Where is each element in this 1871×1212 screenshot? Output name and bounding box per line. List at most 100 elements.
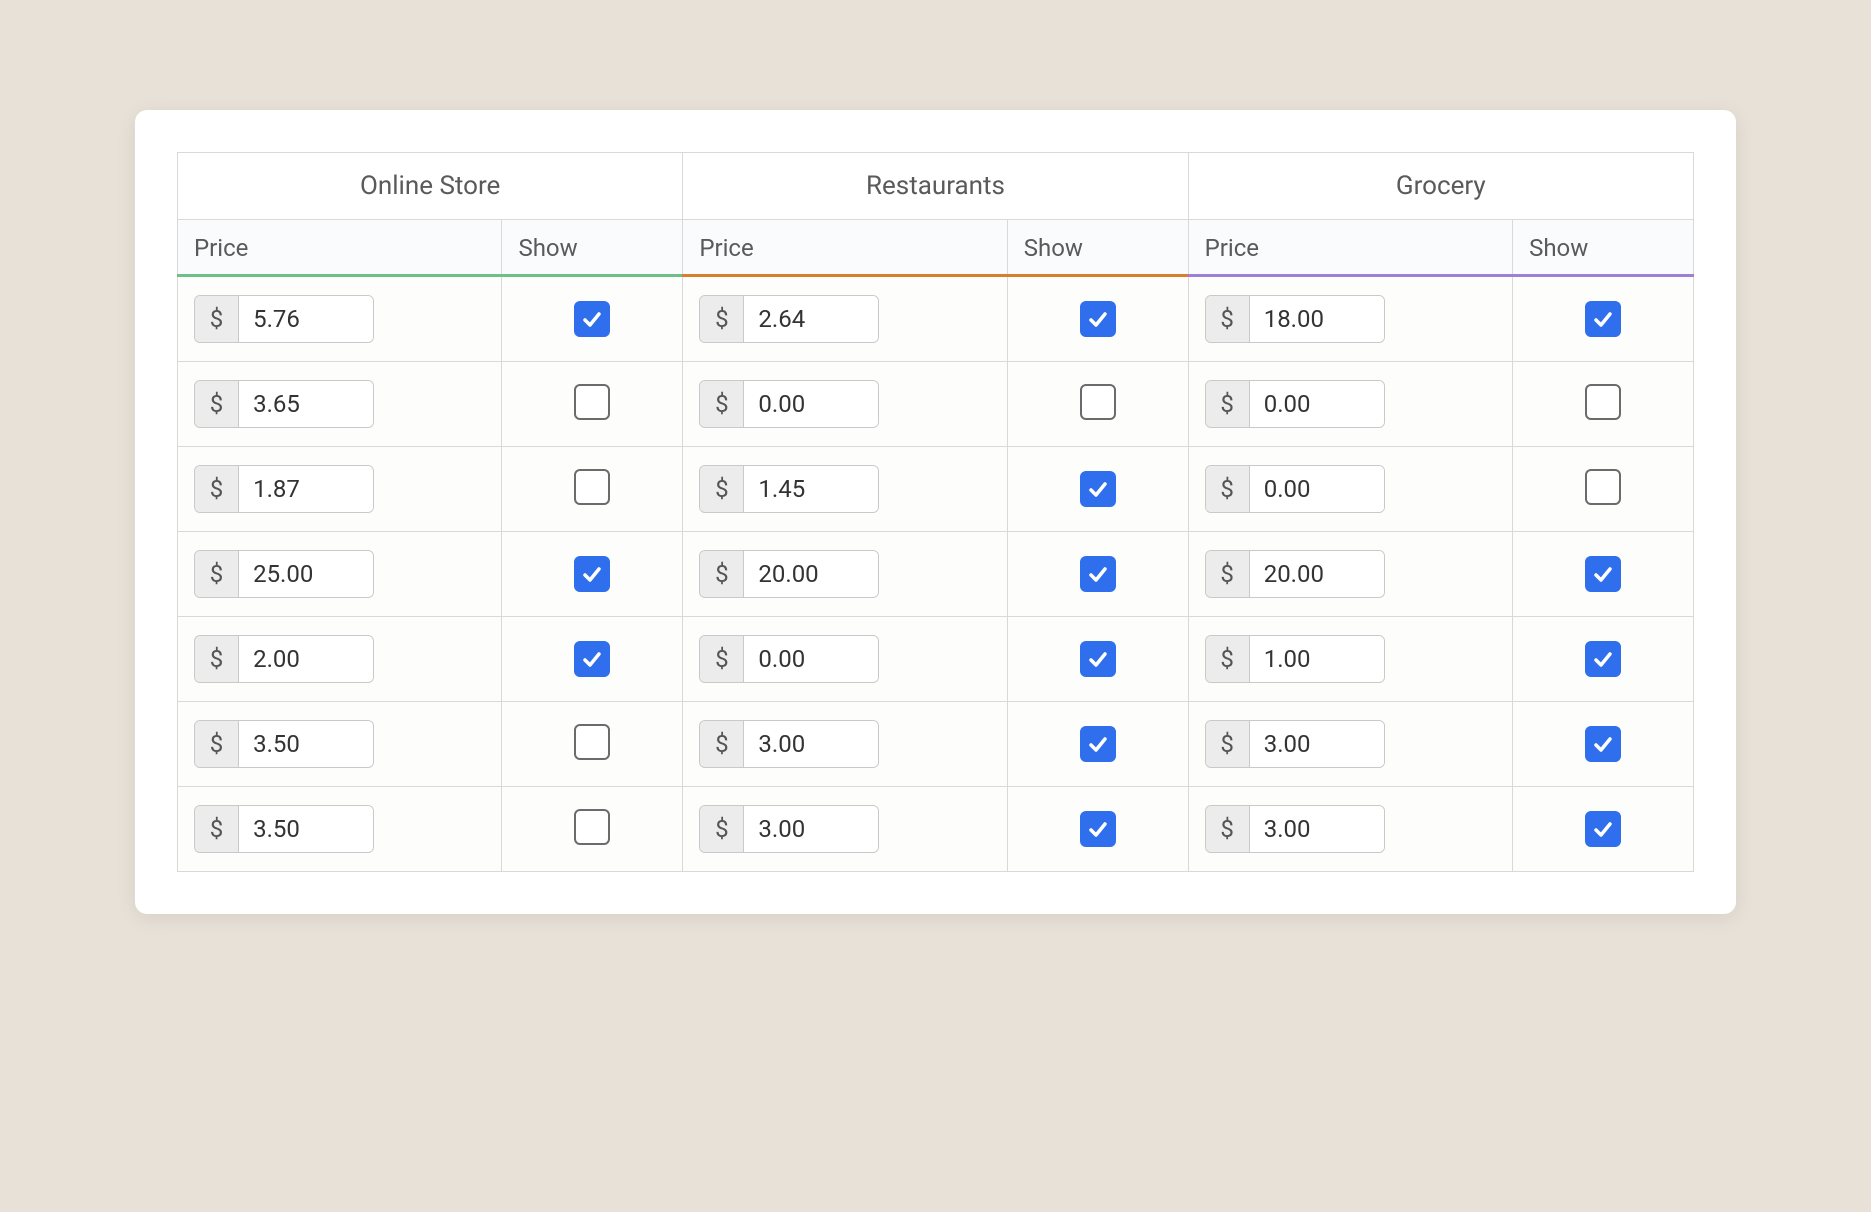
show-cell <box>502 617 683 702</box>
price-input[interactable] <box>239 381 373 427</box>
currency-prefix: $ <box>1206 551 1250 597</box>
pricing-table-body: $$$$$$$$$$$$$$$$$$$$$ <box>178 277 1694 872</box>
price-input[interactable] <box>239 466 373 512</box>
check-icon <box>1591 647 1615 671</box>
price-input-wrapper: $ <box>699 720 879 768</box>
currency-prefix: $ <box>700 806 744 852</box>
show-checkbox[interactable] <box>1585 384 1621 420</box>
show-checkbox[interactable] <box>1585 301 1621 337</box>
price-cell: $ <box>683 532 1007 617</box>
show-cell <box>1007 362 1188 447</box>
price-input[interactable] <box>1250 721 1384 767</box>
currency-prefix: $ <box>1206 636 1250 682</box>
currency-prefix: $ <box>700 381 744 427</box>
show-checkbox[interactable] <box>1080 811 1116 847</box>
show-checkbox[interactable] <box>1585 641 1621 677</box>
price-input[interactable] <box>744 296 878 342</box>
price-input[interactable] <box>1250 551 1384 597</box>
price-input-wrapper: $ <box>1205 465 1385 513</box>
show-checkbox[interactable] <box>574 641 610 677</box>
price-input-wrapper: $ <box>699 550 879 598</box>
table-row: $$$ <box>178 702 1694 787</box>
pricing-card: Online Store Restaurants Grocery Price S… <box>135 110 1736 914</box>
currency-prefix: $ <box>700 296 744 342</box>
show-checkbox[interactable] <box>1080 384 1116 420</box>
price-input-wrapper: $ <box>1205 295 1385 343</box>
show-cell <box>1007 702 1188 787</box>
show-checkbox[interactable] <box>574 724 610 760</box>
show-cell <box>1007 447 1188 532</box>
price-input[interactable] <box>239 636 373 682</box>
check-icon <box>1086 562 1110 586</box>
price-input-wrapper: $ <box>194 550 374 598</box>
price-cell: $ <box>683 617 1007 702</box>
show-cell <box>1513 447 1694 532</box>
show-checkbox[interactable] <box>574 469 610 505</box>
price-input[interactable] <box>744 381 878 427</box>
show-checkbox[interactable] <box>1080 641 1116 677</box>
check-icon <box>1591 562 1615 586</box>
show-cell <box>1007 787 1188 872</box>
currency-prefix: $ <box>195 296 239 342</box>
price-cell: $ <box>1188 532 1512 617</box>
price-input[interactable] <box>239 551 373 597</box>
show-checkbox[interactable] <box>574 809 610 845</box>
price-input[interactable] <box>239 806 373 852</box>
show-checkbox[interactable] <box>1080 301 1116 337</box>
check-icon <box>580 307 604 331</box>
price-input[interactable] <box>1250 806 1384 852</box>
check-icon <box>1591 732 1615 756</box>
table-row: $ $ $ <box>178 277 1694 362</box>
price-cell: $ <box>683 702 1007 787</box>
table-row: $ $ $ <box>178 617 1694 702</box>
show-cell <box>1007 617 1188 702</box>
currency-prefix: $ <box>195 721 239 767</box>
price-cell: $ <box>683 362 1007 447</box>
show-checkbox[interactable] <box>1585 726 1621 762</box>
show-checkbox[interactable] <box>1080 556 1116 592</box>
show-checkbox[interactable] <box>1585 556 1621 592</box>
price-input-wrapper: $ <box>194 635 374 683</box>
check-icon <box>1086 307 1110 331</box>
show-cell <box>502 447 683 532</box>
show-cell <box>1513 277 1694 362</box>
price-input[interactable] <box>1250 381 1384 427</box>
subheader-show: Show <box>1007 220 1188 277</box>
currency-prefix: $ <box>1206 296 1250 342</box>
currency-prefix: $ <box>195 466 239 512</box>
show-checkbox[interactable] <box>1585 469 1621 505</box>
show-checkbox[interactable] <box>574 301 610 337</box>
show-cell <box>502 277 683 362</box>
show-checkbox[interactable] <box>574 556 610 592</box>
price-input[interactable] <box>1250 466 1384 512</box>
show-checkbox[interactable] <box>1080 726 1116 762</box>
price-cell: $ <box>1188 362 1512 447</box>
currency-prefix: $ <box>1206 466 1250 512</box>
show-cell <box>502 532 683 617</box>
check-icon <box>580 647 604 671</box>
price-input[interactable] <box>744 551 878 597</box>
column-group-grocery: Grocery <box>1188 153 1693 220</box>
price-input[interactable] <box>1250 636 1384 682</box>
price-input[interactable] <box>744 721 878 767</box>
subheader-price: Price <box>1188 220 1512 277</box>
check-icon <box>1086 732 1110 756</box>
price-input-wrapper: $ <box>1205 550 1385 598</box>
price-input[interactable] <box>744 636 878 682</box>
price-input-wrapper: $ <box>194 295 374 343</box>
show-cell <box>1513 362 1694 447</box>
price-cell: $ <box>1188 617 1512 702</box>
price-input-wrapper: $ <box>699 465 879 513</box>
price-input[interactable] <box>744 806 878 852</box>
show-checkbox[interactable] <box>1585 811 1621 847</box>
price-input[interactable] <box>239 296 373 342</box>
check-icon <box>1086 647 1110 671</box>
price-input[interactable] <box>744 466 878 512</box>
price-input-wrapper: $ <box>699 295 879 343</box>
price-input[interactable] <box>239 721 373 767</box>
price-input[interactable] <box>1250 296 1384 342</box>
show-checkbox[interactable] <box>1080 471 1116 507</box>
show-checkbox[interactable] <box>574 384 610 420</box>
currency-prefix: $ <box>1206 381 1250 427</box>
price-cell: $ <box>178 447 502 532</box>
